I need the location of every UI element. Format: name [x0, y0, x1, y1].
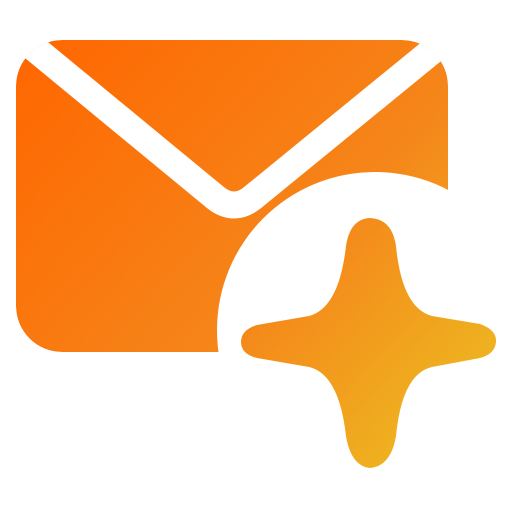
- mail-sparkle-icon: [16, 40, 497, 468]
- icon-canvas: [0, 0, 512, 512]
- envelope-icon: [16, 40, 448, 352]
